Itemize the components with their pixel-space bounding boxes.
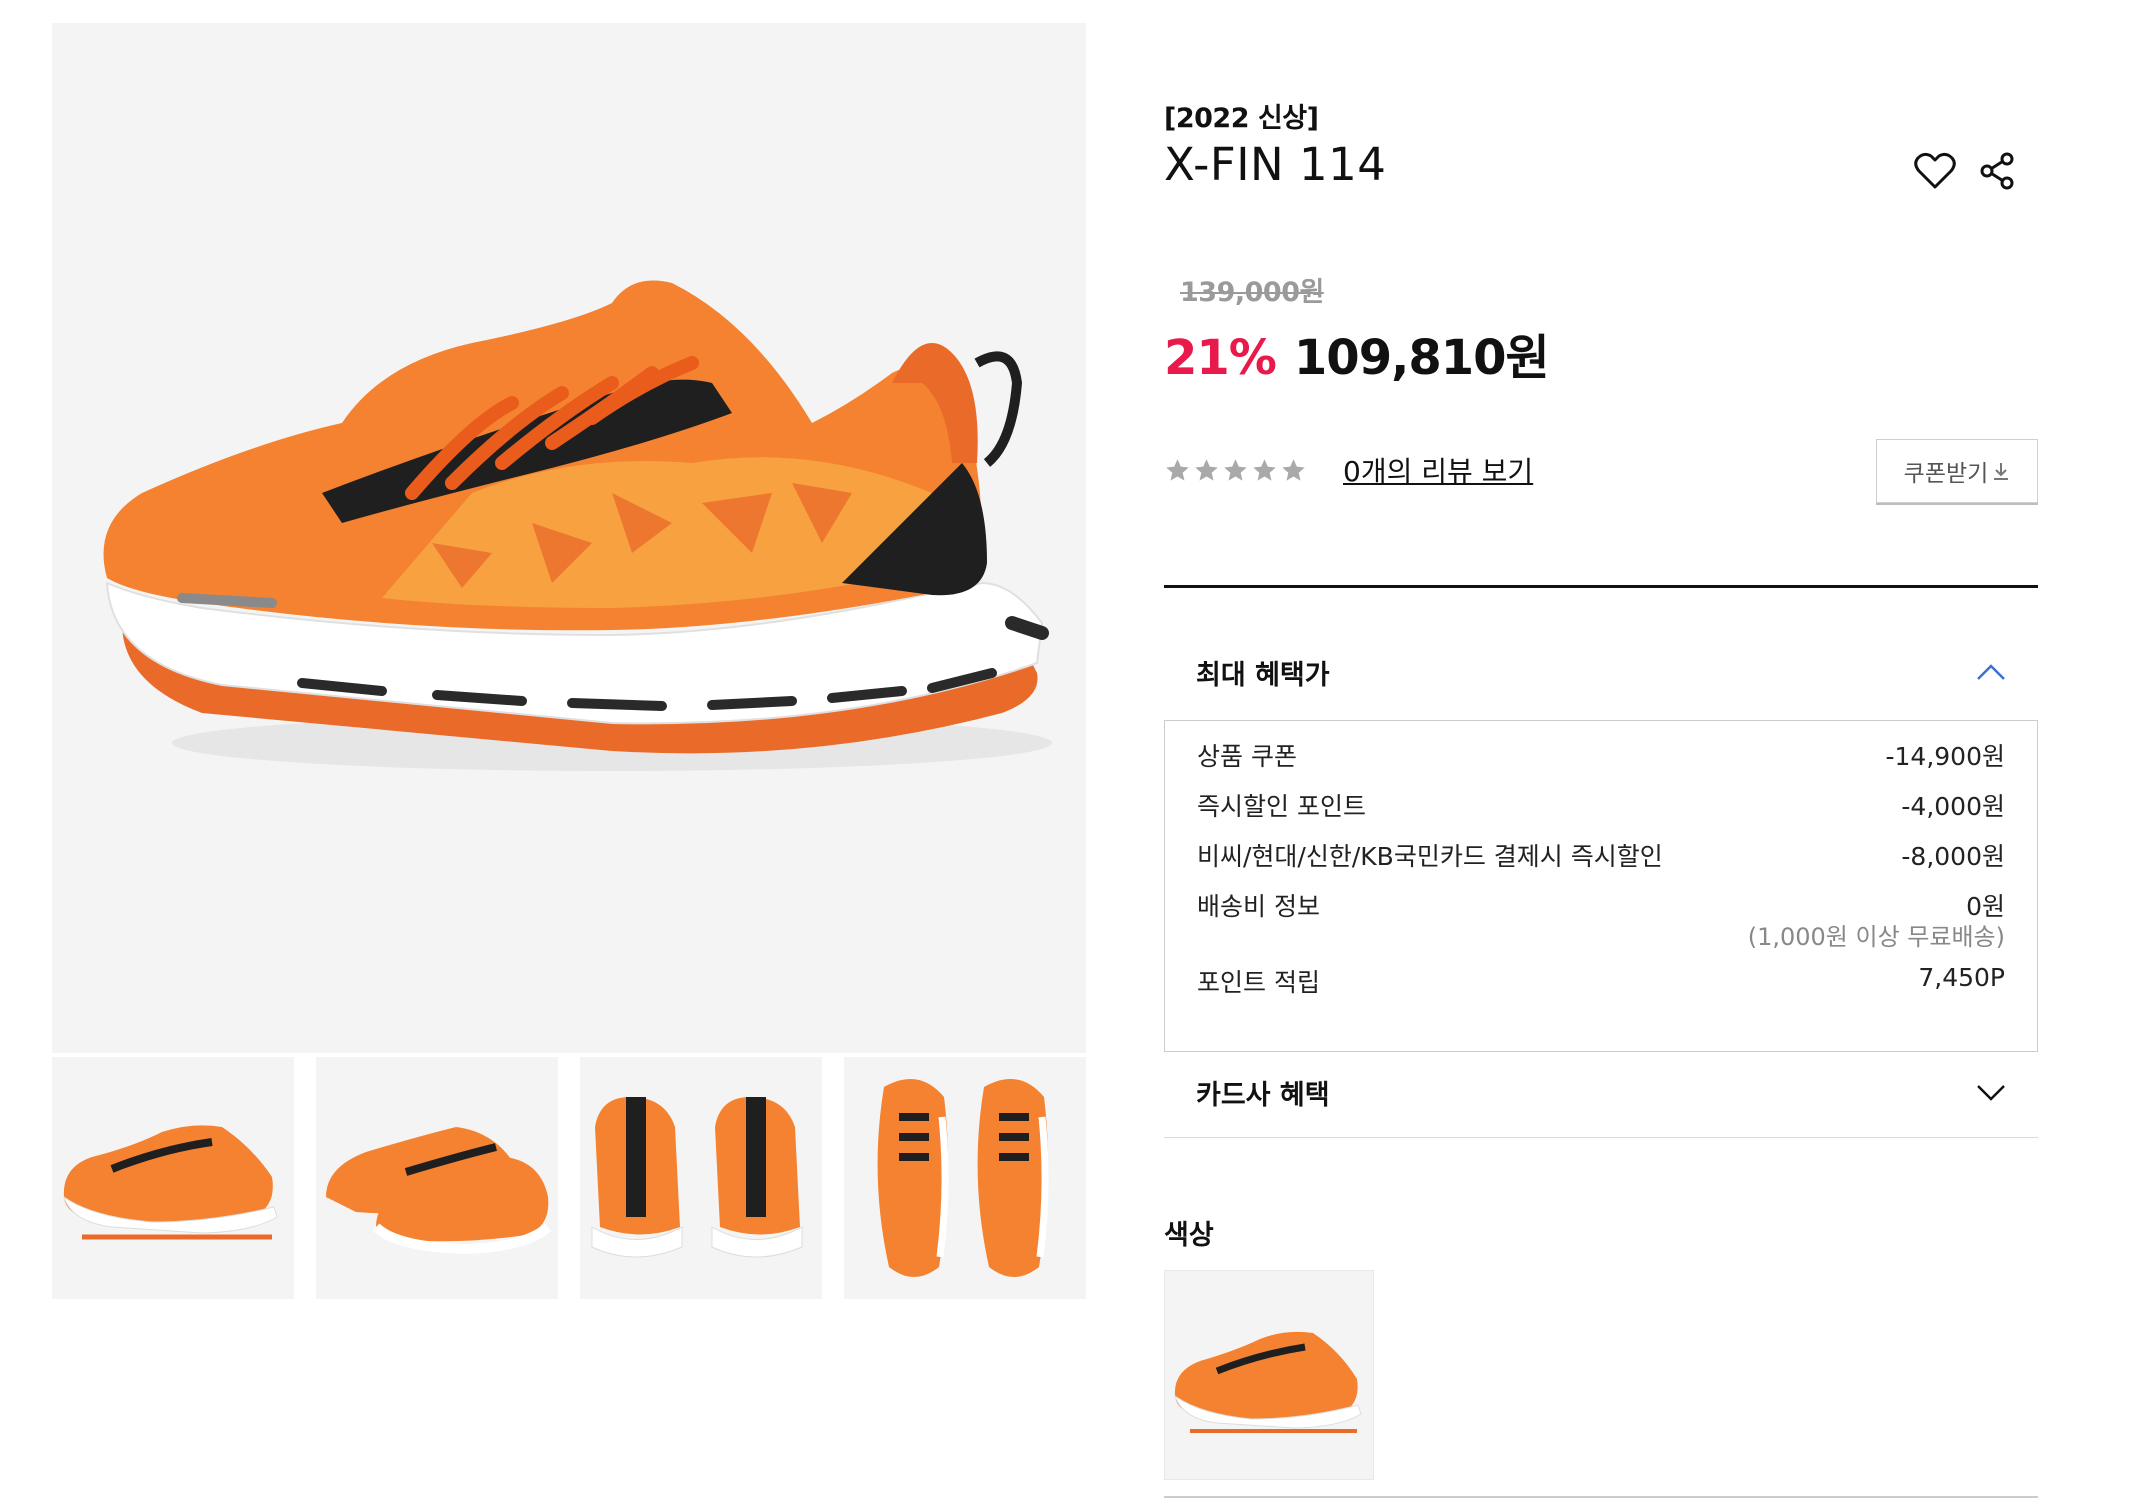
coupon-button-label: 쿠폰받기 bbox=[1903, 461, 1989, 487]
product-gallery bbox=[52, 23, 1086, 1299]
heart-icon bbox=[1914, 152, 1956, 189]
review-link[interactable]: 0개의 리뷰 보기 bbox=[1343, 450, 1533, 490]
benefit-label: 즉시할인 포인트 bbox=[1197, 792, 1366, 821]
benefit-label: 상품 쿠폰 bbox=[1197, 742, 1297, 771]
coupon-download-button[interactable]: 쿠폰받기 bbox=[1876, 439, 2038, 503]
price-row: 21% 109,810원 bbox=[1164, 318, 1550, 388]
share-icon bbox=[1980, 152, 2014, 190]
benefit-row: 상품 쿠폰 -14,900원 bbox=[1197, 737, 2005, 773]
download-icon bbox=[1994, 463, 2009, 480]
main-product-image[interactable] bbox=[52, 23, 1086, 1053]
sale-price: 109,810원 bbox=[1293, 330, 1550, 386]
share-button[interactable] bbox=[1972, 146, 2022, 196]
thumbnail-pair[interactable] bbox=[316, 1057, 558, 1299]
benefit-value: -4,000원 bbox=[1901, 792, 2005, 821]
benefit-row: 비씨/현대/신한/KB국민카드 결제시 즉시할인 -8,000원 bbox=[1197, 837, 2005, 873]
discount-rate: 21% bbox=[1164, 330, 1277, 386]
product-info-panel: [2022 신상] X-FIN 114 139,000원 21% 109,810… bbox=[1164, 0, 2038, 1504]
chevron-up-icon bbox=[1977, 664, 2005, 680]
shoe-side-thumbnail-image bbox=[63, 1125, 278, 1240]
thumbnail-strip bbox=[52, 1057, 1086, 1299]
color-swatch-shoe-image bbox=[1174, 1331, 1362, 1433]
original-price: 139,000원 bbox=[1180, 277, 1324, 308]
shoe-side-view-image bbox=[103, 280, 1052, 771]
product-title: X-FIN 114 bbox=[1164, 138, 1387, 191]
rating-row: 0개의 리뷰 보기 bbox=[1164, 450, 1533, 490]
wishlist-button[interactable] bbox=[1910, 146, 1960, 196]
benefit-label: 포인트 적립 bbox=[1197, 968, 1320, 997]
max-benefit-title: 최대 혜택가 bbox=[1196, 659, 1330, 691]
benefit-label: 비씨/현대/신한/KB국민카드 결제시 즉시할인 bbox=[1197, 842, 1663, 871]
shoe-top-thumbnail-image bbox=[877, 1079, 1049, 1277]
star-icon bbox=[1282, 458, 1305, 481]
section-divider bbox=[1164, 1496, 2038, 1498]
chevron-down-icon bbox=[1977, 1085, 2005, 1101]
benefit-value: -14,900원 bbox=[1885, 742, 2006, 771]
max-benefit-accordion-header[interactable]: 최대 혜택가 bbox=[1164, 628, 2038, 716]
max-benefit-panel: 상품 쿠폰 -14,900원 즉시할인 포인트 -4,000원 비씨/현대/신한… bbox=[1164, 720, 2038, 1052]
section-divider bbox=[1164, 1137, 2038, 1138]
benefit-value: 7,450P bbox=[1918, 963, 2005, 992]
section-divider bbox=[1164, 585, 2038, 588]
shipping-note: (1,000원 이상 무료배송) bbox=[1747, 923, 2005, 951]
benefit-label: 배송비 정보 bbox=[1197, 892, 1320, 921]
benefit-row: 즉시할인 포인트 -4,000원 bbox=[1197, 787, 2005, 823]
shoe-pair-thumbnail-image bbox=[326, 1127, 552, 1255]
thumbnail-side[interactable] bbox=[52, 1057, 294, 1299]
shoe-back-thumbnail-image bbox=[591, 1097, 803, 1258]
benefit-value: -8,000원 bbox=[1901, 842, 2005, 871]
product-tag: [2022 신상] bbox=[1164, 103, 1319, 134]
star-icon bbox=[1253, 458, 1276, 481]
color-option-orange[interactable] bbox=[1164, 1270, 1374, 1480]
star-rating bbox=[1164, 457, 1307, 484]
star-icon bbox=[1224, 458, 1247, 481]
card-benefit-title: 카드사 혜택 bbox=[1196, 1079, 1330, 1111]
star-icon bbox=[1166, 458, 1189, 481]
color-label: 색상 bbox=[1164, 1220, 1214, 1251]
thumbnail-back[interactable] bbox=[580, 1057, 822, 1299]
star-icon bbox=[1195, 458, 1218, 481]
card-benefit-accordion-header[interactable]: 카드사 혜택 bbox=[1164, 1048, 2038, 1136]
thumbnail-top[interactable] bbox=[844, 1057, 1086, 1299]
benefit-row: 포인트 적립 7,450P bbox=[1197, 963, 2005, 999]
